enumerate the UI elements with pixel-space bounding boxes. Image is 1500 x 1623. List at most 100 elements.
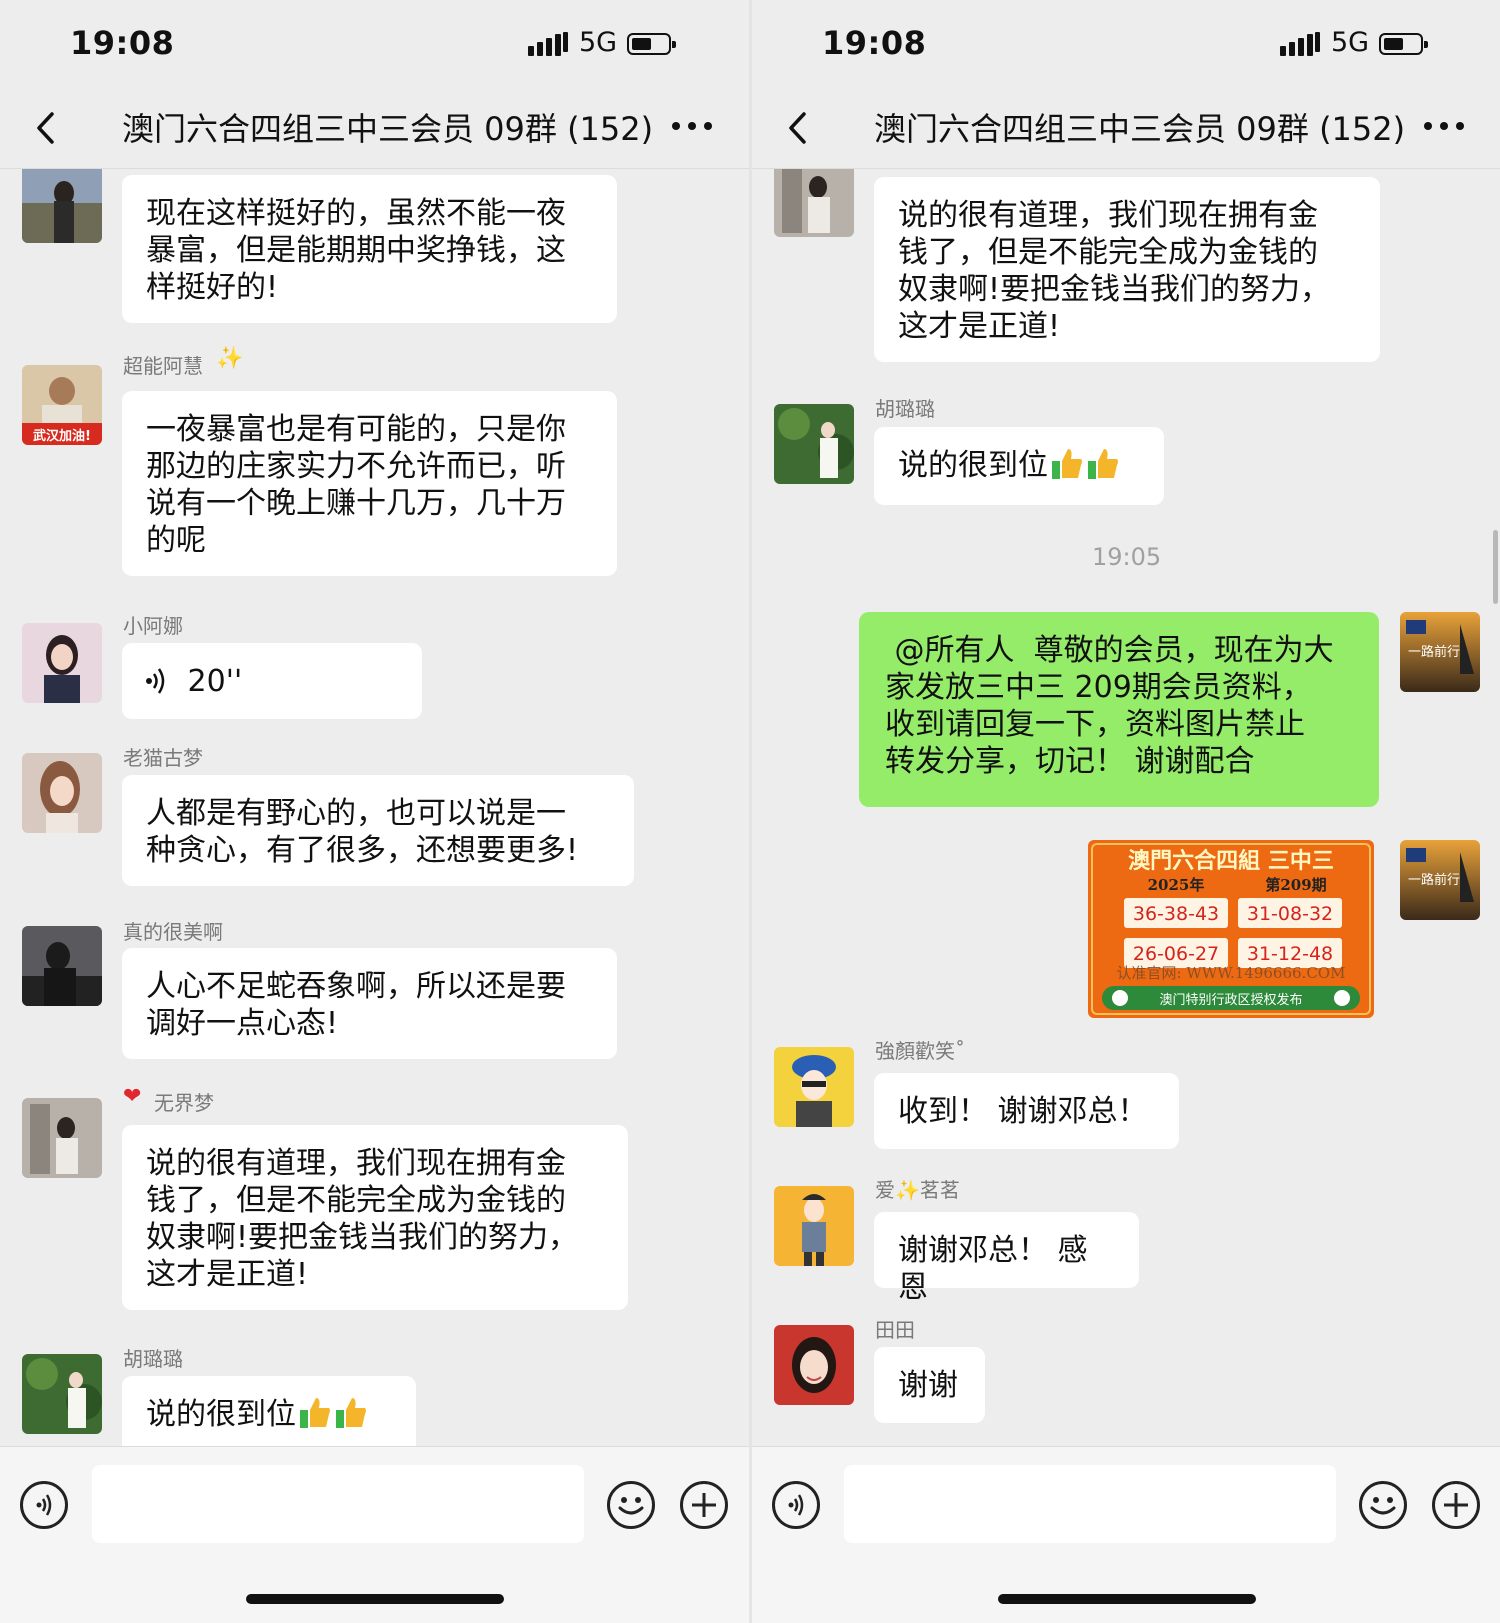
network-label: 5G: [1331, 27, 1370, 58]
voice-message[interactable]: 20'': [122, 643, 422, 719]
thumbs-up-icon: [1088, 449, 1118, 479]
more-options-icon[interactable]: [668, 114, 716, 138]
message-text: 一夜暴富也是有可能的，只是你: [146, 412, 566, 447]
message-input[interactable]: [92, 1465, 584, 1543]
message-input[interactable]: [844, 1465, 1336, 1543]
message-bubble[interactable]: 收到！ 谢谢邓总！: [874, 1073, 1179, 1149]
voice-icon: [146, 668, 165, 694]
chat-title: 澳门六合四组三中三会员 09群 (152): [874, 110, 1406, 148]
right-phone-screen: 19:08 5G 澳门六合四组三中三会员 09群 (152) 说的很有道理，我们…: [752, 0, 1500, 1623]
emoji-button[interactable]: [1359, 1481, 1407, 1529]
thumbs-up-icon: [300, 1398, 330, 1428]
status-time: 19:08: [822, 24, 927, 62]
more-options-icon[interactable]: [1420, 114, 1468, 138]
message-list[interactable]: 说的很有道理，我们现在拥有金 钱了，但是不能完全成为金钱的 奴隶啊!要把金钱当我…: [752, 169, 1500, 1446]
emoji-button[interactable]: [607, 1481, 655, 1529]
left-phone-screen: 19:08 5G 澳门六合四组三中三会员 09群 (152) 现在这样挺好的，虽…: [0, 0, 750, 1623]
input-bar: [0, 1446, 750, 1623]
message-bubble[interactable]: 说的很有道理，我们现在拥有金 钱了，但是不能完全成为金钱的 奴隶啊!要把金钱当我…: [874, 177, 1380, 362]
message-bubble[interactable]: 说的很有道理，我们现在拥有金 钱了，但是不能完全成为金钱的 奴隶啊!要把金钱当我…: [122, 1125, 628, 1310]
message-timestamp: 19:05: [1092, 543, 1162, 571]
message-bubble[interactable]: 一夜暴富也是有可能的，只是你 那边的庄家实力不允许而已，听 说有一个晚上赚十几万…: [122, 391, 617, 576]
signal-icon: [528, 32, 568, 56]
image-year: 2025年: [1148, 876, 1205, 894]
number-set: 31-08-32: [1247, 903, 1333, 925]
message-text: 样挺好的!: [146, 270, 279, 305]
back-arrow-icon[interactable]: [780, 108, 820, 148]
battery-icon: [627, 33, 676, 55]
message-bubble[interactable]: 谢谢: [874, 1347, 985, 1423]
message-bubble[interactable]: 人心不足蛇吞象啊，所以还是要 调好一点心态!: [122, 948, 617, 1059]
avatar[interactable]: [22, 1098, 102, 1178]
more-functions-button[interactable]: [680, 1481, 728, 1529]
sparkle-icon: ✨: [216, 346, 244, 371]
message-text: 钱了，但是不能完全成为金钱的: [146, 1183, 566, 1218]
message-bubble[interactable]: 谢谢邓总！ 感恩: [874, 1212, 1139, 1305]
message-list[interactable]: 现在这样挺好的，虽然不能一夜 暴富，但是能期期中奖挣钱，这 样挺好的! 武汉加油…: [0, 169, 750, 1446]
avatar[interactable]: [22, 169, 102, 243]
avatar[interactable]: [774, 169, 854, 237]
message-bubble[interactable]: 人都是有野心的，也可以说是一 种贪心，有了很多，还想要更多!: [122, 775, 634, 886]
back-arrow-icon[interactable]: [28, 108, 68, 148]
message-text: 人心不足蛇吞象啊，所以还是要: [146, 969, 566, 1004]
message-text: 说的很有道理，我们现在拥有金: [146, 1146, 566, 1181]
scrollbar[interactable]: [1493, 530, 1498, 604]
avatar[interactable]: [22, 623, 102, 703]
voice-input-button[interactable]: [772, 1481, 820, 1529]
message-text: 转发分享，切记！ 谢谢配合: [885, 744, 1255, 779]
avatar[interactable]: [774, 1047, 854, 1127]
avatar[interactable]: [774, 1186, 854, 1266]
avatar[interactable]: [22, 1354, 102, 1434]
smiley-icon: [1370, 1497, 1396, 1515]
status-bar: 19:08 5G: [0, 0, 750, 90]
sender-name: 胡璐璐: [875, 397, 935, 421]
sender-name: 胡璐璐: [123, 1347, 183, 1371]
avatar-caption: 一路前行: [1408, 872, 1460, 888]
number-set: 31-12-48: [1247, 943, 1333, 965]
chat-header: 澳门六合四组三中三会员 09群 (152): [0, 90, 750, 169]
message-text: 谢谢邓总！ 感恩: [898, 1233, 1088, 1305]
avatar[interactable]: [774, 1325, 854, 1405]
signal-icon: [1280, 32, 1320, 56]
message-text: 收到！ 谢谢邓总！: [898, 1094, 1148, 1129]
sender-name: 老猫古梦: [123, 746, 203, 770]
home-indicator[interactable]: [246, 1594, 504, 1604]
message-text: 家发放三中三 209期会员资料，: [885, 670, 1312, 705]
avatar[interactable]: [774, 404, 854, 484]
self-message-bubble[interactable]: @所有人 尊敬的会员，现在为大 家发放三中三 209期会员资料， 收到请回复一下…: [859, 612, 1379, 807]
lottery-info-image[interactable]: 澳門六合四組 三中三 2025年 第209期 36-38-43 31-08-32…: [1088, 840, 1374, 1018]
avatar-caption: 一路前行: [1408, 644, 1460, 660]
voice-icon: [36, 1494, 52, 1516]
avatar[interactable]: [22, 753, 102, 833]
image-footer: 澳门特别行政区授权发布: [1159, 992, 1302, 1008]
lottery-image: 澳門六合四組 三中三 2025年 第209期 36-38-43 31-08-32…: [1088, 840, 1374, 1018]
avatar-caption: 武汉加油!: [33, 428, 91, 444]
status-bar: 19:08 5G: [752, 0, 1500, 90]
message-text: 说的很有道理，我们现在拥有金: [898, 198, 1318, 233]
sender-name: 小阿娜: [123, 614, 183, 638]
message-text: 奴隶啊!要把金钱当我们的努力，: [898, 272, 1331, 307]
message-bubble[interactable]: 现在这样挺好的，虽然不能一夜 暴富，但是能期期中奖挣钱，这 样挺好的!: [122, 175, 617, 323]
message-text: 人都是有野心的，也可以说是一: [146, 796, 566, 831]
more-functions-button[interactable]: [1432, 1481, 1480, 1529]
message-text: 这才是正道!: [898, 309, 1061, 344]
voice-input-button[interactable]: [20, 1481, 68, 1529]
message-text: 暴富，但是能期期中奖挣钱，这: [146, 233, 566, 268]
message-text: 谢谢: [898, 1368, 958, 1403]
image-watermark: 认准官网: WWW.1496666.COM: [1117, 964, 1346, 982]
sender-name: 真的很美啊: [123, 920, 223, 944]
self-avatar[interactable]: 一路前行: [1400, 612, 1480, 692]
plus-icon: [692, 1493, 716, 1517]
input-bar: [752, 1446, 1500, 1623]
home-indicator[interactable]: [998, 1594, 1256, 1604]
message-bubble[interactable]: 说的很到位: [122, 1376, 416, 1446]
message-text: @所有人 尊敬的会员，现在为大: [885, 633, 1334, 668]
message-bubble[interactable]: 说的很到位: [874, 427, 1164, 505]
thumbs-up-icon: [1052, 449, 1082, 479]
heart-icon: ❤: [123, 1084, 142, 1109]
number-set: 26-06-27: [1133, 943, 1219, 965]
self-avatar[interactable]: 一路前行: [1400, 840, 1480, 920]
image-issue: 第209期: [1265, 876, 1326, 894]
avatar[interactable]: 武汉加油!: [22, 365, 102, 445]
avatar[interactable]: [22, 926, 102, 1006]
